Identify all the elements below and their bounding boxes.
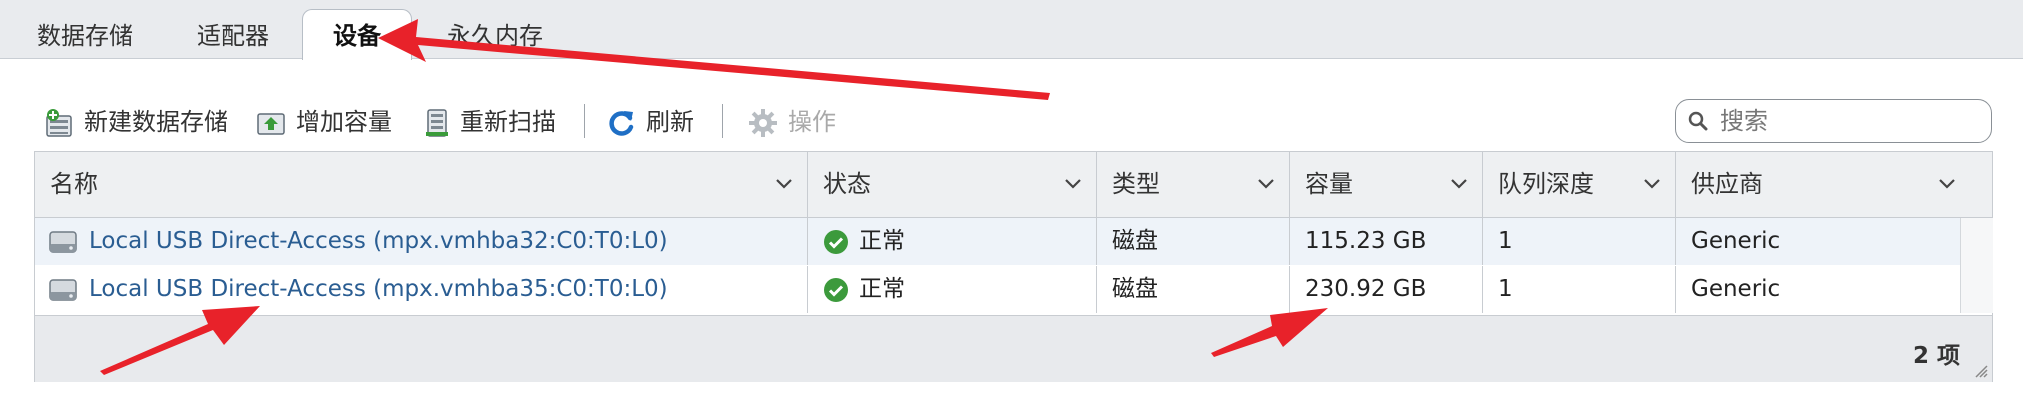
cell-name: Local USB Direct-Access (mpx.vmhba35:C0:… xyxy=(35,266,808,313)
column-header-label: 队列深度 xyxy=(1498,170,1594,198)
cell-type: 磁盘 xyxy=(1097,218,1290,265)
cell-queue-depth: 1 xyxy=(1483,218,1676,265)
devices-table: 名称 状态 类型 容量 队列深度 供应商 Local USB Direct-Ac… xyxy=(34,151,1993,382)
rescan-icon xyxy=(426,109,448,137)
vendor-text: Generic xyxy=(1691,276,1781,302)
column-header-type[interactable]: 类型 xyxy=(1097,152,1290,217)
column-header-label: 供应商 xyxy=(1691,170,1763,198)
search-icon xyxy=(1688,111,1708,131)
cell-status: 正常 xyxy=(808,266,1097,313)
search-box[interactable] xyxy=(1675,99,1992,143)
disk-drive-icon xyxy=(49,279,77,301)
column-header-status[interactable]: 状态 xyxy=(808,152,1097,217)
item-count: 2 项 xyxy=(1912,343,1960,369)
column-header-vendor[interactable]: 供应商 xyxy=(1676,152,1992,217)
column-header-name[interactable]: 名称 xyxy=(35,152,808,217)
chevron-down-icon[interactable] xyxy=(1643,178,1661,190)
queue-depth-text: 1 xyxy=(1498,276,1513,302)
device-name-link[interactable]: Local USB Direct-Access (mpx.vmhba35:C0:… xyxy=(89,266,668,313)
rescan-label: 重新扫描 xyxy=(460,108,556,136)
search-input[interactable] xyxy=(1718,104,1982,138)
type-text: 磁盘 xyxy=(1112,228,1158,254)
tab-datastores[interactable]: 数据存储 xyxy=(22,10,148,58)
new-datastore-label: 新建数据存储 xyxy=(84,108,228,136)
refresh-icon xyxy=(609,111,634,136)
device-name-link[interactable]: Local USB Direct-Access (mpx.vmhba32:C0:… xyxy=(89,218,668,265)
actions-label: 操作 xyxy=(788,108,836,136)
table-header: 名称 状态 类型 容量 队列深度 供应商 xyxy=(35,152,1992,218)
cell-status: 正常 xyxy=(808,218,1097,265)
column-header-label: 类型 xyxy=(1112,170,1160,198)
column-header-label: 名称 xyxy=(50,170,98,198)
tab-bar: 数据存储 适配器 设备 永久内存 xyxy=(0,0,2023,60)
check-circle-icon xyxy=(824,230,848,254)
tab-persistent-memory[interactable]: 永久内存 xyxy=(432,10,558,58)
cell-vendor: Generic xyxy=(1676,266,1960,313)
vertical-scrollbar[interactable] xyxy=(1960,218,1993,313)
cell-vendor: Generic xyxy=(1676,218,1960,265)
toolbar-divider xyxy=(584,104,585,138)
cell-queue-depth: 1 xyxy=(1483,266,1676,313)
table-footer: 2 项 xyxy=(35,315,1992,382)
cell-capacity: 230.92 GB xyxy=(1290,266,1483,313)
vendor-text: Generic xyxy=(1691,228,1781,254)
database-add-icon xyxy=(46,109,72,137)
chevron-down-icon[interactable] xyxy=(1064,178,1082,190)
gear-icon xyxy=(749,109,777,137)
cell-name: Local USB Direct-Access (mpx.vmhba32:C0:… xyxy=(35,218,808,265)
capacity-text: 115.23 GB xyxy=(1305,228,1427,254)
cell-capacity: 115.23 GB xyxy=(1290,218,1483,265)
queue-depth-text: 1 xyxy=(1498,228,1513,254)
status-text: 正常 xyxy=(859,276,905,302)
resize-grip-icon[interactable] xyxy=(1972,362,1988,378)
status-text: 正常 xyxy=(859,228,905,254)
type-text: 磁盘 xyxy=(1112,276,1158,302)
table-row[interactable]: Local USB Direct-Access (mpx.vmhba32:C0:… xyxy=(35,218,1960,265)
refresh-label: 刷新 xyxy=(646,108,694,136)
column-header-label: 状态 xyxy=(823,170,871,198)
chevron-down-icon[interactable] xyxy=(775,178,793,190)
column-header-label: 容量 xyxy=(1305,170,1353,198)
disk-drive-icon xyxy=(49,231,77,253)
chevron-down-icon[interactable] xyxy=(1257,178,1275,190)
column-header-capacity[interactable]: 容量 xyxy=(1290,152,1483,217)
toolbar-divider xyxy=(722,104,723,138)
tab-adapters[interactable]: 适配器 xyxy=(182,10,284,58)
table-row[interactable]: Local USB Direct-Access (mpx.vmhba35:C0:… xyxy=(35,266,1960,313)
column-header-queue-depth[interactable]: 队列深度 xyxy=(1483,152,1676,217)
chevron-down-icon[interactable] xyxy=(1450,178,1468,190)
check-circle-icon xyxy=(824,278,848,302)
capacity-increase-icon xyxy=(257,113,285,135)
capacity-text: 230.92 GB xyxy=(1305,276,1427,302)
increase-capacity-label: 增加容量 xyxy=(296,108,392,136)
cell-type: 磁盘 xyxy=(1097,266,1290,313)
chevron-down-icon[interactable] xyxy=(1938,178,1956,190)
tab-devices[interactable]: 设备 xyxy=(302,9,412,60)
